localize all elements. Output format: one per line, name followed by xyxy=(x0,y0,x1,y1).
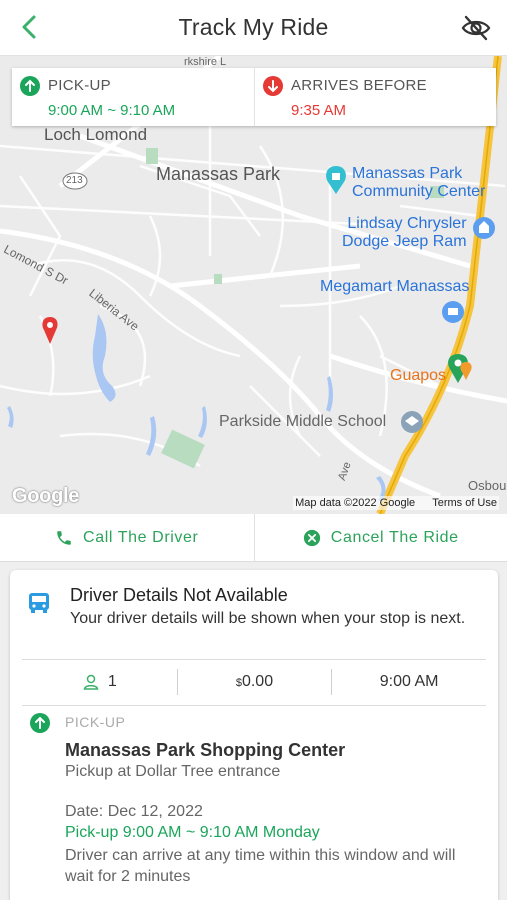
driver-status-message: Your driver details will be shown when y… xyxy=(70,610,466,627)
map-label-line: Community Center xyxy=(352,183,486,200)
trip-time-bar: PICK-UP 9:00 AM ~ 9:10 AM ARRIVES BEFORE… xyxy=(12,68,496,126)
person-icon xyxy=(83,674,99,690)
map-label-lindsay: Lindsay Chrysler Dodge Jeep Ram xyxy=(342,215,467,251)
map-label-community-center: Manassas Park Community Center xyxy=(352,165,485,201)
pickup-time-value: 9:00 AM xyxy=(379,673,439,690)
google-logo: Google xyxy=(12,485,80,507)
call-driver-button[interactable]: Call The Driver xyxy=(0,514,254,561)
arrow-up-circle-icon xyxy=(20,76,40,96)
arrival-cell: ARRIVES BEFORE 9:35 AM xyxy=(254,68,496,126)
pickup-date: Date: Dec 12, 2022 xyxy=(65,803,203,820)
ride-actions: Call The Driver Cancel The Ride xyxy=(0,514,507,562)
map-label-line: Manassas Park xyxy=(352,165,463,182)
arrival-value: 9:35 AM xyxy=(291,102,347,119)
map-label-manassas-park: Manassas Park xyxy=(156,164,281,184)
pickup-window-label: PICK-UP xyxy=(48,77,111,94)
cancel-ride-label: Cancel The Ride xyxy=(330,528,459,546)
pickup-window: Pick-up 9:00 AM ~ 9:10 AM Monday xyxy=(65,824,320,841)
arrow-up-circle-icon xyxy=(30,713,50,733)
passenger-count: 1 xyxy=(22,673,177,691)
map-label-megamart: Megamart Manassas xyxy=(320,278,470,295)
arrow-down-circle-icon xyxy=(263,76,283,96)
app-header: Track My Ride xyxy=(0,0,507,56)
map-label-parkside: Parkside Middle School xyxy=(219,413,387,430)
map-label-line: Dodge Jeep Ram xyxy=(342,233,467,250)
route-shield-label: 213 xyxy=(66,175,83,186)
pickup-wait-note: Driver can arrive at any time within thi… xyxy=(65,847,456,885)
cancel-ride-button[interactable]: Cancel The Ride xyxy=(253,514,507,561)
divider xyxy=(22,659,486,660)
passenger-count-value: 1 xyxy=(107,673,117,690)
pickup-location-name: Manassas Park Shopping Center xyxy=(65,740,346,760)
fare: $0.00 xyxy=(176,669,332,695)
phone-icon xyxy=(57,530,71,545)
map-label-street: rkshire L xyxy=(184,56,227,68)
map-attribution: Map data ©2022 Google Terms of Use xyxy=(293,496,499,510)
ride-stats: 1 $0.00 9:00 AM xyxy=(22,662,486,702)
divider xyxy=(22,705,486,706)
driver-status-title: Driver Details Not Available xyxy=(70,585,288,605)
pickup-instructions: Pickup at Dollar Tree entrance xyxy=(65,763,281,780)
pickup-window-value: 9:00 AM ~ 9:10 AM xyxy=(48,102,176,119)
page-title: Track My Ride xyxy=(178,14,329,40)
fare-currency: $ xyxy=(235,677,242,689)
map-label-loch-lomond: Loch Lomond xyxy=(44,125,148,144)
toggle-visibility-button[interactable] xyxy=(461,14,491,42)
route-map[interactable]: Loch Lomond rkshire L 213 Manassas Park … xyxy=(0,56,507,514)
pickup-time: 9:00 AM xyxy=(331,669,486,695)
map-label-guapos: Guapos xyxy=(390,367,447,384)
bus-icon xyxy=(29,593,49,613)
ride-details-card: Driver Details Not Available Your driver… xyxy=(10,570,498,900)
fare-value: 0.00 xyxy=(241,673,274,690)
pickup-window-cell: PICK-UP 9:00 AM ~ 9:10 AM xyxy=(12,68,254,126)
map-label-osbou: Osbou xyxy=(468,478,507,493)
terms-of-use-link[interactable]: Terms of Use xyxy=(432,497,497,509)
map-data-credit: Map data ©2022 Google xyxy=(295,497,416,509)
close-circle-icon xyxy=(303,529,320,546)
arrival-label: ARRIVES BEFORE xyxy=(291,77,427,94)
map-label-line: Lindsay Chrysler xyxy=(347,215,467,232)
call-driver-label: Call The Driver xyxy=(83,528,199,546)
eye-off-icon xyxy=(461,15,491,41)
pickup-section-label: PICK-UP xyxy=(65,714,126,730)
